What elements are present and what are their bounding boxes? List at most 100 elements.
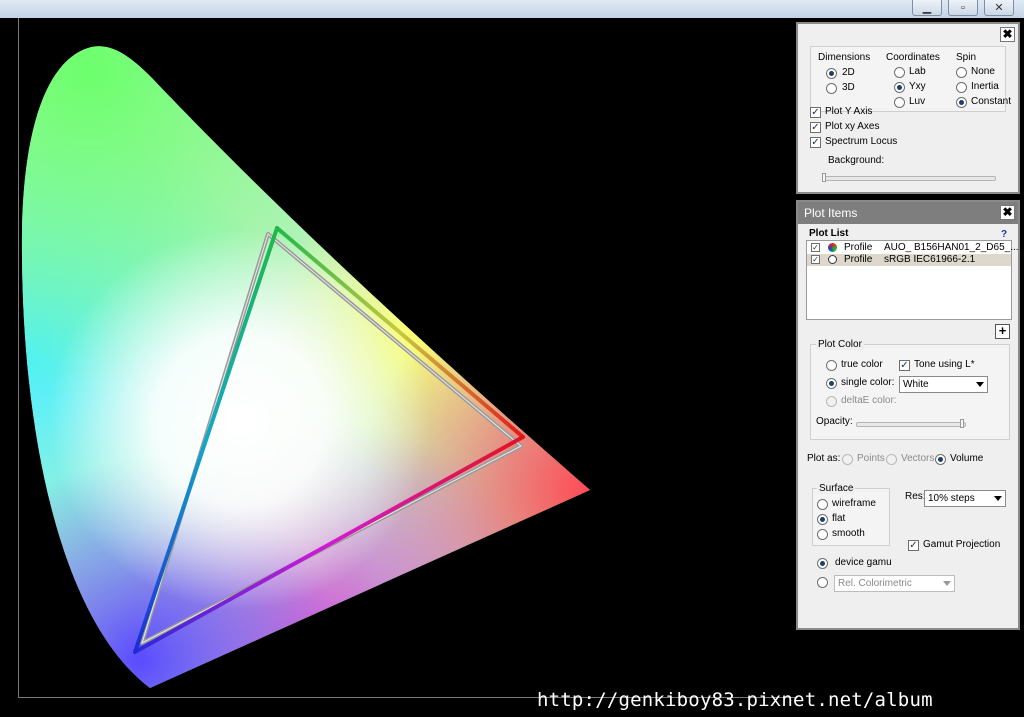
title-bar: ▁ ▫ ✕ (0, 0, 1024, 18)
rendering-intent-select[interactable]: Rel. Colorimetric (834, 575, 955, 592)
chevron-down-icon (943, 581, 951, 586)
checkbox-gamut-projection-label: Gamut Projection (923, 539, 1001, 550)
radio-true-color-label: true color (841, 359, 883, 370)
radio-rendering-intent[interactable] (817, 577, 828, 588)
radio-spin-inertia[interactable] (956, 82, 967, 93)
radio-vectors[interactable] (886, 454, 897, 465)
radio-flat-label: flat (832, 513, 846, 524)
radio-yxy[interactable] (894, 82, 905, 93)
background-label: Background: (828, 155, 885, 166)
radio-wireframe[interactable] (817, 499, 828, 510)
item-name: AUO_ B156HAN01_2_D65_... (884, 242, 1019, 253)
checkbox-plot-y-axis[interactable]: ✓ (810, 107, 821, 118)
background-slider-thumb[interactable] (822, 173, 826, 182)
radio-3d[interactable] (826, 83, 837, 94)
close-window-button[interactable]: ✕ (984, 0, 1014, 16)
add-item-button[interactable]: + (995, 324, 1010, 339)
radio-points[interactable] (842, 454, 853, 465)
dimensions-title: Dimensions (818, 52, 871, 63)
plot-list[interactable]: ✓ Profile AUO_ B156HAN01_2_D65_... ✓ Pro… (806, 240, 1019, 320)
checkbox-plot-y-axis-label: Plot Y Axis (825, 106, 873, 117)
radio-luv[interactable] (894, 97, 905, 108)
restore-icon: ▫ (961, 1, 965, 14)
plus-icon: + (998, 323, 1007, 338)
display-options-panel: ✖ Dimensions 2D 3D Coordinates Lab Yxy L… (796, 22, 1020, 194)
chevron-down-icon (976, 382, 984, 387)
axis-frame-left (18, 18, 19, 698)
item-visible-checkbox[interactable]: ✓ (811, 255, 820, 264)
radio-vectors-label: Vectors (901, 453, 935, 464)
close-icon: ✖ (1002, 205, 1013, 219)
radio-device-gamut-label: device gamu (835, 557, 892, 568)
opacity-slider[interactable] (856, 422, 966, 427)
checkbox-plot-xy-axes[interactable]: ✓ (810, 122, 821, 133)
radio-deltae-color-label: deltaE color: (841, 395, 897, 406)
radio-spin-constant-label: Constant (971, 96, 1012, 107)
res-select[interactable]: 10% steps (924, 490, 1006, 507)
radio-volume-label: Volume (950, 453, 984, 464)
item-type: Profile (844, 242, 873, 253)
coordinates-title: Coordinates (886, 52, 940, 63)
radio-spin-none-label: None (971, 66, 995, 77)
plot-items-header: Plot Items (798, 202, 1018, 224)
res-label: Res: (905, 491, 926, 502)
radio-wireframe-label: wireframe (832, 498, 876, 509)
radio-points-label: Points (857, 453, 885, 464)
radio-yxy-label: Yxy (909, 81, 926, 92)
radio-flat[interactable] (817, 514, 828, 525)
watermark-text: http://genkiboy83.pixnet.net/album (537, 689, 933, 711)
display-panel-close-button[interactable]: ✖ (1000, 27, 1015, 42)
checkbox-tone-using-l-label: Tone using L* (914, 359, 975, 370)
list-item[interactable]: ✓ Profile sRGB IEC61966-2.1 (807, 254, 1011, 266)
surface-title: Surface (817, 483, 856, 494)
spectrum-locus (21, 46, 590, 689)
plot-color-title: Plot Color (816, 339, 864, 350)
minimize-icon: ▁ (922, 2, 932, 14)
white-profile-icon (828, 255, 837, 264)
radio-lab-label: Lab (909, 66, 926, 77)
close-icon: ✖ (1002, 27, 1013, 41)
plot-list-label: Plot List (809, 228, 849, 239)
res-value: 10% steps (928, 493, 975, 504)
radio-2d-label: 2D (842, 67, 855, 78)
checkbox-tone-using-l[interactable]: ✓ (899, 360, 910, 371)
radio-2d[interactable] (826, 68, 837, 79)
plot-as-label: Plot as: (807, 453, 841, 464)
item-visible-checkbox[interactable]: ✓ (811, 243, 820, 252)
help-icon[interactable]: ? (1001, 229, 1007, 240)
radio-volume[interactable] (935, 454, 946, 465)
plot-items-title: Plot Items (804, 206, 858, 220)
rendering-intent-value: Rel. Colorimetric (838, 578, 912, 589)
radio-luv-label: Luv (909, 96, 926, 107)
radio-smooth-label: smooth (832, 528, 865, 539)
chevron-down-icon (994, 496, 1002, 501)
radio-spin-constant[interactable] (956, 97, 967, 108)
radio-deltae-color[interactable] (826, 396, 837, 407)
radio-lab[interactable] (894, 67, 905, 78)
item-type: Profile (844, 254, 873, 265)
opacity-slider-thumb[interactable] (960, 419, 964, 428)
radio-device-gamut[interactable] (817, 558, 828, 569)
radio-single-color-label: single color: (841, 377, 895, 388)
spin-title: Spin (956, 52, 977, 63)
radio-true-color[interactable] (826, 360, 837, 371)
color-profile-icon (828, 243, 837, 252)
radio-smooth[interactable] (817, 529, 828, 540)
minimize-button[interactable]: ▁ (912, 0, 942, 16)
background-slider[interactable] (822, 176, 996, 181)
plot-items-panel: Plot Items ✖ Plot List ? ✓ Profile AUO_ … (796, 200, 1020, 630)
radio-3d-label: 3D (842, 82, 855, 93)
restore-button[interactable]: ▫ (948, 0, 978, 16)
checkbox-gamut-projection[interactable]: ✓ (908, 540, 919, 551)
checkbox-spectrum-locus-label: Spectrum Locus (825, 136, 898, 147)
radio-single-color[interactable] (826, 378, 837, 389)
list-item[interactable]: ✓ Profile AUO_ B156HAN01_2_D65_... (807, 242, 1019, 254)
single-color-value: White (903, 379, 929, 390)
radio-spin-none[interactable] (956, 67, 967, 78)
checkbox-spectrum-locus[interactable]: ✓ (810, 137, 821, 148)
plot-items-close-button[interactable]: ✖ (1000, 205, 1015, 220)
single-color-select[interactable]: White (899, 376, 988, 393)
opacity-label: Opacity: (816, 416, 853, 427)
radio-spin-inertia-label: Inertia (971, 81, 999, 92)
item-name: sRGB IEC61966-2.1 (884, 254, 976, 265)
